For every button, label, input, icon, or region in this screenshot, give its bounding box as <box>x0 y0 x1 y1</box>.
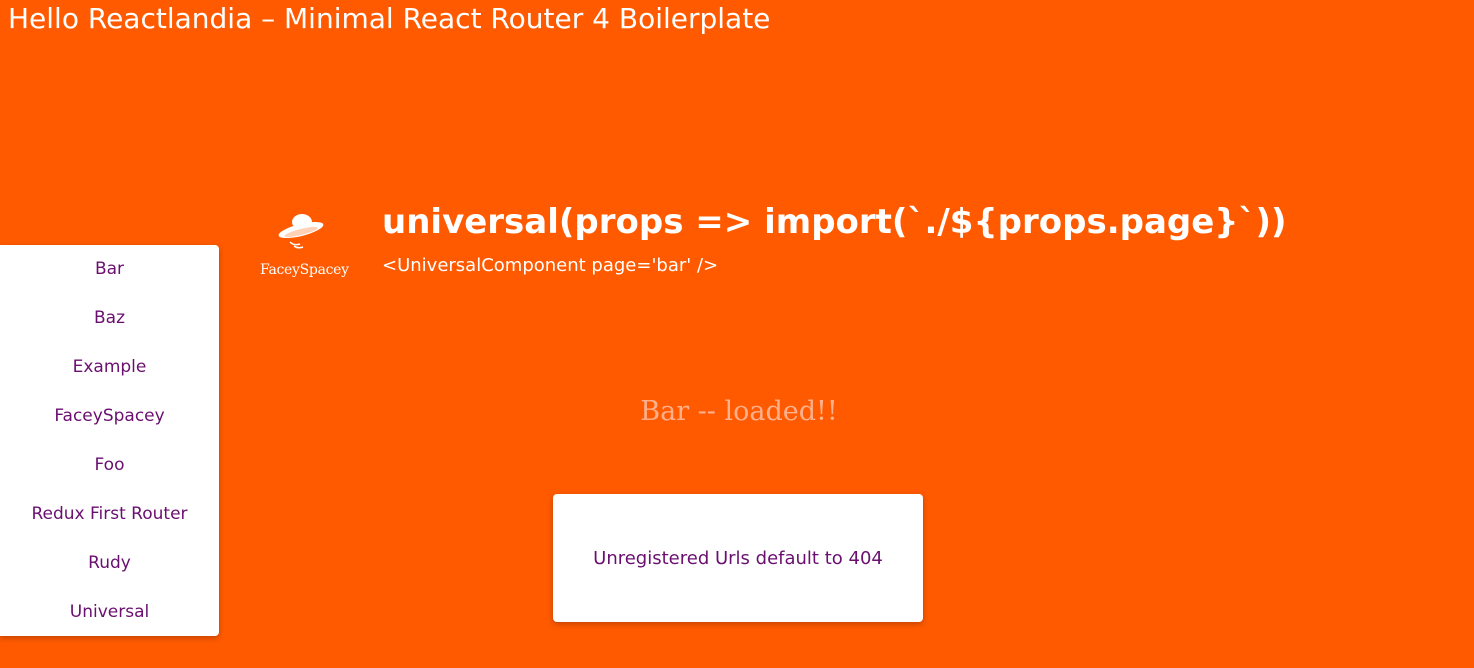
hero-section: FaceySpacey universal(props => import(`.… <box>258 200 1287 290</box>
sidebar-item-universal[interactable]: Universal <box>0 588 219 637</box>
logo-text: FaceySpacey <box>260 262 349 278</box>
hero-code-heading: universal(props => import(`./${props.pag… <box>382 202 1287 242</box>
sidebar-item-baz[interactable]: Baz <box>0 294 219 343</box>
unregistered-urls-button[interactable]: Unregistered Urls default to 404 <box>553 494 923 622</box>
page-title: Hello Reactlandia – Minimal React Router… <box>8 2 771 35</box>
flying-saucer-icon <box>278 214 324 249</box>
sidebar-item-redux-first-router[interactable]: Redux First Router <box>0 490 219 539</box>
loaded-status-text: Bar -- loaded!! <box>640 396 838 427</box>
hero-subtitle: <UniversalComponent page='bar' /> <box>382 255 719 276</box>
sidebar-item-example[interactable]: Example <box>0 343 219 392</box>
sidebar-item-bar[interactable]: Bar <box>0 245 219 294</box>
facey-spacey-logo: FaceySpacey <box>258 208 358 278</box>
sidebar-item-foo[interactable]: Foo <box>0 441 219 490</box>
sidebar-item-rudy[interactable]: Rudy <box>0 539 219 588</box>
sidebar-nav: Bar Baz Example FaceySpacey Foo Redux Fi… <box>0 245 219 636</box>
